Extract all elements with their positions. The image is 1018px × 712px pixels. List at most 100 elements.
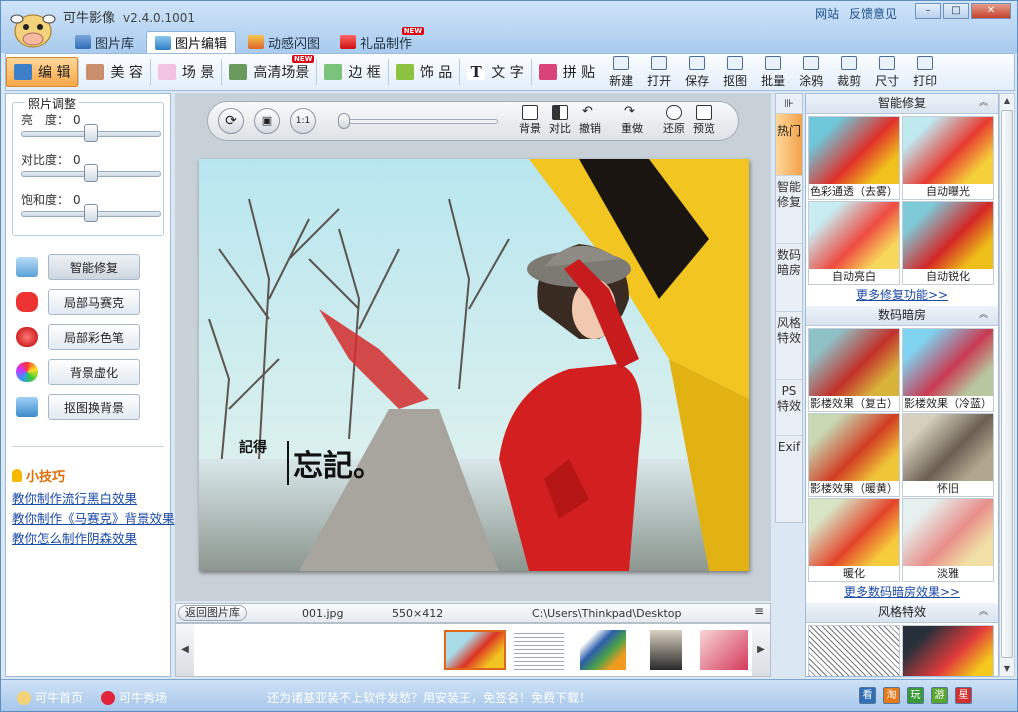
thumbnail[interactable] [650, 630, 682, 670]
effect-auto-exposure[interactable]: 自动曝光 [902, 116, 994, 200]
photo-canvas[interactable]: 記得 忘記。 [199, 159, 749, 571]
more-darkroom-link[interactable]: 更多数码暗房效果>> [806, 583, 998, 603]
preview-button[interactable]: 预览 [690, 105, 718, 137]
tab-photo-edit[interactable]: 图片编辑 [146, 31, 237, 53]
scroll-up-icon[interactable]: ▲ [1000, 94, 1014, 108]
image-dimensions: 550×412 [392, 607, 444, 620]
feedback-link[interactable]: 反馈意见 [849, 7, 897, 21]
minimize-button[interactable]: – [915, 3, 941, 19]
fit-screen-button[interactable]: ▣ [254, 108, 280, 134]
tool-frame[interactable]: 边 框 [317, 57, 387, 87]
new-button[interactable]: 新建 [602, 55, 640, 89]
zoom-slider[interactable] [340, 119, 498, 124]
doodle-button[interactable]: 涂鸦 [792, 55, 830, 89]
mosaic-button[interactable]: 局部马赛克 [48, 289, 140, 315]
save-icon [689, 56, 706, 70]
tab-photo-library[interactable]: 图片库 [67, 31, 142, 53]
tab-smart-repair[interactable]: 智能修复 [776, 176, 802, 244]
effect-auto-sharpen[interactable]: 自动锐化 [902, 201, 994, 285]
back-to-library-button[interactable]: 返回图片库 [178, 605, 247, 621]
tab-ps-effects[interactable]: PS特效 [776, 380, 802, 436]
website-link[interactable]: 网站 [815, 7, 839, 21]
scrollbar-thumb[interactable] [1001, 110, 1013, 658]
compare-button[interactable]: 对比 [546, 105, 574, 137]
tool-collage[interactable]: 拼 贴 [532, 57, 602, 87]
cutout-button[interactable]: 抠图 [716, 55, 754, 89]
restore-button[interactable]: 还原 [660, 105, 688, 137]
thumbnail-selected[interactable] [444, 630, 506, 670]
color-pen-button[interactable]: 局部彩色笔 [48, 324, 140, 350]
effect-dehaze[interactable]: 色彩通透（去雾） [808, 116, 900, 200]
effect-painting[interactable] [902, 625, 994, 676]
effect-sketch[interactable] [808, 625, 900, 676]
tool-beauty[interactable]: 美 容 [79, 57, 149, 87]
effect-warming[interactable]: 暖化 [808, 498, 900, 582]
replace-bg-button[interactable]: 抠图换背景 [48, 394, 140, 420]
effect-auto-brighten[interactable]: 自动亮白 [808, 201, 900, 285]
effect-elegant[interactable]: 淡雅 [902, 498, 994, 582]
tab-darkroom[interactable]: 数码暗房 [776, 244, 802, 312]
tab-style-effects[interactable]: 风格特效 [776, 312, 802, 380]
tool-edit[interactable]: 编 辑 [6, 57, 79, 87]
style-effects-header[interactable]: 风格特效 ︽ [806, 603, 998, 623]
effect-thumbnail [809, 626, 899, 676]
tab-gift-making[interactable]: 礼品制作 NEW [332, 27, 425, 53]
scroll-right-icon[interactable]: ▶ [752, 624, 770, 676]
undo-button[interactable]: ↶ 撤销 [576, 105, 604, 137]
effect-studio-warm-yellow[interactable]: 影楼效果（暖黄） [808, 413, 900, 497]
tip-link-bw[interactable]: 教你制作流行黑白效果 [12, 489, 175, 509]
smart-repair-row: 智能修复 [16, 254, 140, 280]
rotate-button[interactable]: ⟳ [218, 108, 244, 134]
tab-flash-image[interactable]: 动感闪图 [240, 31, 328, 53]
smart-repair-header[interactable]: 智能修复 ︽ [806, 94, 998, 114]
home-link[interactable]: 可牛首页 [17, 689, 83, 706]
resize-button[interactable]: 尺寸 [868, 55, 906, 89]
tool-scene[interactable]: 场 景 [151, 57, 221, 87]
contrast-slider-knob[interactable] [84, 164, 98, 182]
save-button[interactable]: 保存 [678, 55, 716, 89]
play-button[interactable]: 玩 [907, 687, 924, 704]
collapse-panel-icon[interactable]: ⊪ [776, 94, 802, 114]
effect-studio-retro[interactable]: 影楼效果（复古） [808, 328, 900, 412]
close-button[interactable]: ✕ [971, 3, 1011, 19]
background-button[interactable]: 背景 [516, 105, 544, 137]
tool-accessory[interactable]: 饰 品 [389, 57, 459, 87]
blur-bg-button[interactable]: 背景虚化 [48, 359, 140, 385]
darkroom-header[interactable]: 数码暗房 ︽ [806, 306, 998, 326]
watch-button[interactable]: 看 [859, 687, 876, 704]
taobao-button[interactable]: 淘 [883, 687, 900, 704]
thumbnail[interactable] [514, 630, 564, 670]
file-info-bar: 返回图片库 001.jpg 550×412 C:\Users\Thinkpad\… [175, 603, 771, 623]
game-button[interactable]: 游 [931, 687, 948, 704]
saturation-slider-knob[interactable] [84, 204, 98, 222]
crop-button[interactable]: 裁剪 [830, 55, 868, 89]
maximize-button[interactable]: □ [943, 3, 969, 19]
zoom-slider-knob[interactable] [338, 113, 350, 129]
scroll-left-icon[interactable]: ◀ [176, 624, 194, 676]
actual-size-button[interactable]: 1:1 [290, 108, 316, 134]
thumbnail[interactable] [700, 630, 748, 670]
smart-repair-button[interactable]: 智能修复 [48, 254, 140, 280]
scroll-down-icon[interactable]: ▼ [1000, 662, 1014, 676]
redo-button[interactable]: ↷ 重做 [618, 105, 646, 137]
star-button[interactable]: 星 [955, 687, 972, 704]
print-button[interactable]: 打印 [906, 55, 944, 89]
thumbnail[interactable] [580, 630, 626, 670]
brightness-slider-knob[interactable] [84, 124, 98, 142]
effect-nostalgia[interactable]: 怀旧 [902, 413, 994, 497]
promo-message[interactable]: 还为诸基亚装不上软件发愁？用安装王，免签名！免费下载！ [267, 689, 591, 706]
more-repair-link[interactable]: 更多修复功能>> [806, 286, 998, 306]
menu-lines-icon[interactable]: ≡ [754, 604, 764, 618]
tab-popular[interactable]: 热门 [776, 114, 802, 176]
show-link[interactable]: 可牛秀场 [101, 689, 167, 706]
effects-scrollbar[interactable]: ▲ ▼ [999, 93, 1015, 677]
tool-hd-scene[interactable]: 高清场景 NEW [222, 55, 316, 87]
contrast-value: 0 [73, 153, 81, 167]
batch-button[interactable]: 批量 [754, 55, 792, 89]
tip-link-mosaic[interactable]: 教你制作《马赛克》背景效果 [12, 509, 175, 529]
open-button[interactable]: 打开 [640, 55, 678, 89]
tip-link-gloomy[interactable]: 教你怎么制作阴森效果 [12, 529, 175, 549]
tool-text[interactable]: T文 字 [460, 57, 530, 87]
effect-studio-cool-blue[interactable]: 影楼效果（冷蓝） [902, 328, 994, 412]
tab-exif[interactable]: Exif [776, 436, 802, 500]
